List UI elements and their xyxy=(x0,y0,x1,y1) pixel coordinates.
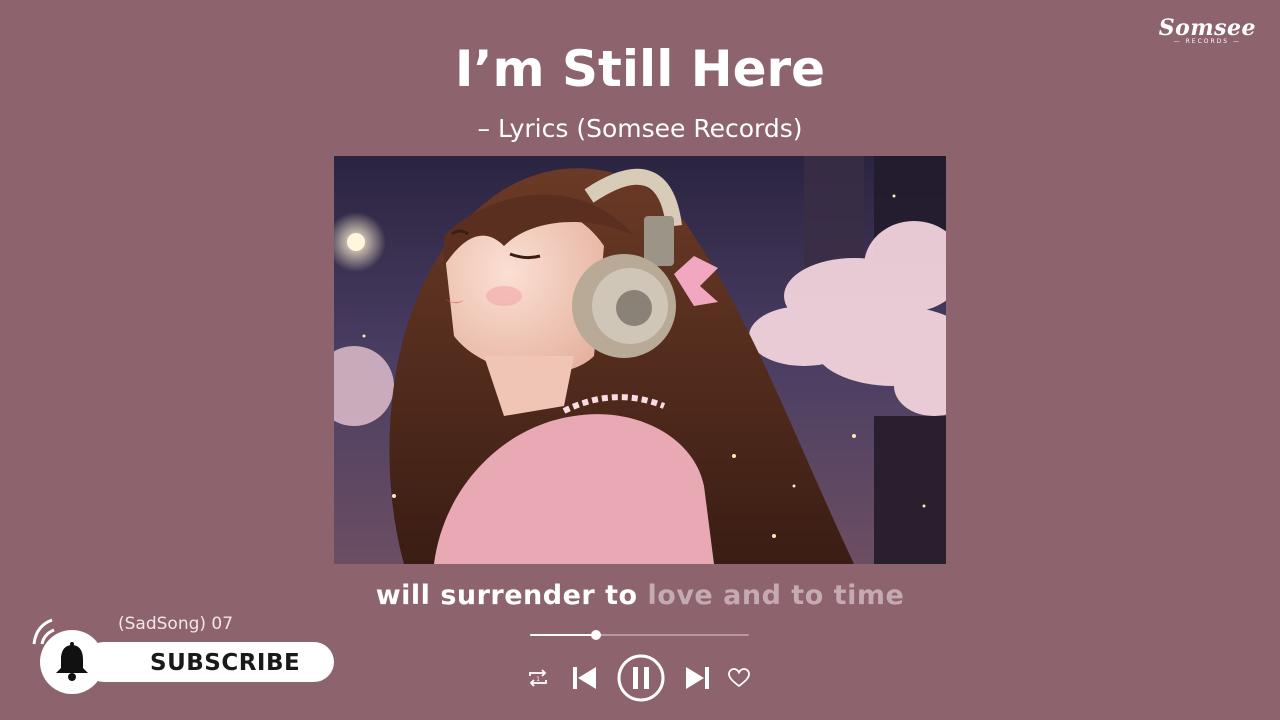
bell-icon xyxy=(56,642,88,681)
next-button[interactable] xyxy=(682,664,714,692)
heart-icon xyxy=(728,668,750,688)
logo-text: Somsee xyxy=(1158,15,1256,41)
progress-bar[interactable] xyxy=(530,630,749,640)
song-subtitle: – Lyrics (Somsee Records) xyxy=(477,114,803,143)
repeat-button[interactable]: 1 xyxy=(524,666,552,690)
lyric-upcoming: love and to time xyxy=(647,580,905,611)
next-icon xyxy=(686,667,709,689)
subscribe-label: SUBSCRIBE xyxy=(150,650,301,676)
progress-knob[interactable] xyxy=(590,630,601,640)
song-title: I’m Still Here xyxy=(454,40,826,98)
lyric-line: will surrender to love and to time xyxy=(0,580,1280,611)
cover-artwork xyxy=(334,156,946,564)
repeat-icon: 1 xyxy=(529,669,547,687)
progress-fill xyxy=(530,634,596,636)
pause-button[interactable] xyxy=(616,653,666,703)
playlist-tag: (SadSong) 07 xyxy=(118,614,234,634)
player-controls: 1 xyxy=(520,652,760,704)
pause-icon xyxy=(617,654,665,702)
previous-icon xyxy=(573,667,596,689)
like-button[interactable] xyxy=(726,666,752,690)
svg-text:1: 1 xyxy=(536,676,540,683)
artwork-illustration xyxy=(334,156,946,564)
subscribe-button[interactable]: SUBSCRIBE xyxy=(84,642,334,682)
previous-button[interactable] xyxy=(568,664,600,692)
bell-button[interactable] xyxy=(40,630,104,694)
lyric-sung: will surrender to xyxy=(375,580,638,611)
subscribe-widget: (SadSong) 07 SUBSCRIBE xyxy=(28,612,334,712)
